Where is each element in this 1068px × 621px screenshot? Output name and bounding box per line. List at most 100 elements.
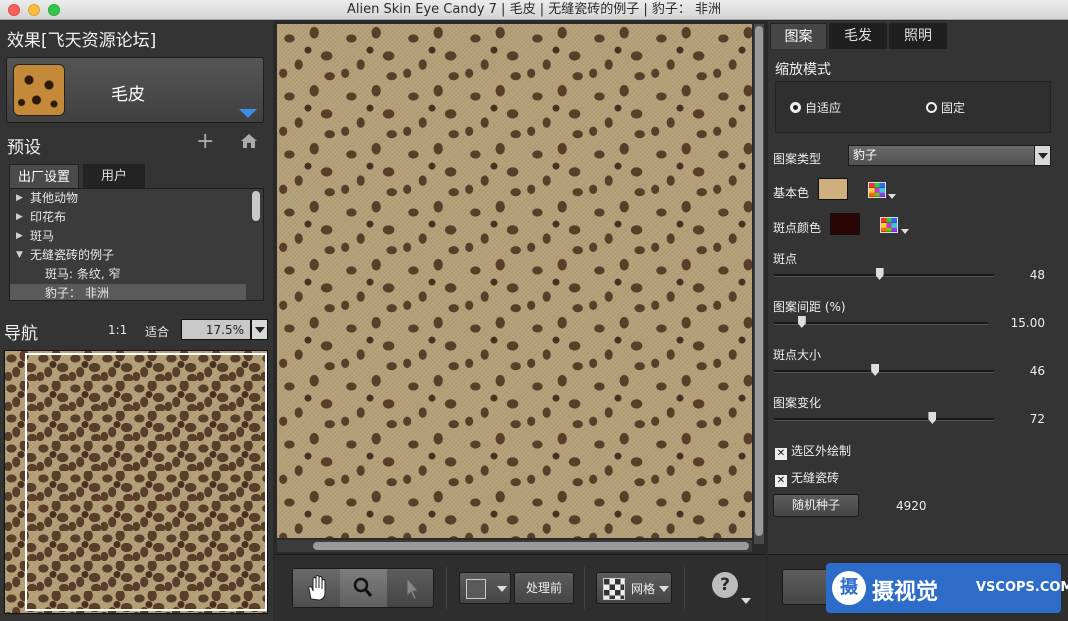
checkbox-checked-icon: ✕ <box>775 475 787 487</box>
title-bar: Alien Skin Eye Candy 7 | 毛皮 | 无缝瓷砖的例子 | … <box>0 0 1068 20</box>
expand-triangle-icon[interactable]: ▶ <box>16 189 23 208</box>
pattern-type-select[interactable]: 豹子 <box>848 145 1036 166</box>
help-button[interactable]: ? <box>712 572 738 598</box>
add-preset-icon[interactable]: + <box>196 129 214 154</box>
collapse-triangle-icon[interactable]: ▼ <box>16 246 23 265</box>
spots-label: 斑点 <box>773 252 798 266</box>
pattern-variation-value[interactable]: 72 <box>1030 412 1045 426</box>
before-button[interactable]: 处理前 <box>514 572 574 604</box>
draw-outside-selection-checkbox[interactable]: ✕ 选区外绘制 <box>775 442 851 460</box>
color-palette-icon[interactable] <box>880 217 898 233</box>
scale-fixed-radio[interactable]: 固定 <box>926 100 965 116</box>
toolbar-divider <box>446 567 447 609</box>
pattern-spacing-slider-thumb[interactable] <box>797 316 806 328</box>
effect-selector[interactable]: 毛皮 <box>6 57 264 123</box>
tab-factory-settings[interactable]: 出厂设置 <box>9 164 79 189</box>
watermark-url: VSCOPS.COM <box>976 580 1068 595</box>
help-dropdown-icon[interactable] <box>741 598 751 604</box>
navigator-viewport-frame[interactable] <box>25 353 267 611</box>
pattern-variation-label: 图案变化 <box>773 396 822 410</box>
horizontal-scroll-thumb[interactable] <box>313 542 749 550</box>
seamless-tile-checkbox[interactable]: ✕ 无缝瓷砖 <box>775 469 839 487</box>
checkerboard-icon <box>603 578 625 600</box>
scale-mode-group: 自适应 固定 <box>775 81 1051 133</box>
preset-list-scrollbar[interactable] <box>252 191 260 221</box>
background-color-square <box>466 579 486 599</box>
tool-group <box>292 568 434 608</box>
pattern-type-label: 图案类型 <box>773 152 822 166</box>
zoom-tool-button[interactable] <box>340 569 387 607</box>
tab-lighting[interactable]: 照明 <box>889 23 947 49</box>
grid-label: 网格 <box>631 582 656 596</box>
toolbar-divider <box>684 567 685 609</box>
zoom-window-button[interactable] <box>48 4 60 16</box>
chevron-down-icon[interactable] <box>901 229 909 234</box>
watermark-logo: 摄 摄视觉 VSCOPS.COM <box>826 563 1068 613</box>
watermark-name: 摄视觉 <box>872 580 939 605</box>
base-color-swatch[interactable] <box>818 178 848 200</box>
pattern-spacing-value[interactable]: 15.00 <box>1011 316 1045 330</box>
zoom-level-field[interactable]: 17.5% <box>181 319 251 340</box>
spots-slider-thumb[interactable] <box>875 268 884 280</box>
effects-title: 效果[飞天资源论坛] <box>7 31 157 51</box>
radio-unselected-icon <box>926 102 937 113</box>
random-seed-button[interactable]: 随机种子 <box>773 494 859 517</box>
expand-triangle-icon[interactable]: ▶ <box>16 208 23 227</box>
spot-size-label: 斑点大小 <box>773 348 822 362</box>
radio-selected-icon <box>790 102 801 113</box>
pattern-type-dropdown-button[interactable] <box>1034 145 1051 166</box>
spot-color-swatch[interactable] <box>830 213 860 235</box>
hand-tool-button[interactable] <box>293 569 340 607</box>
expand-triangle-icon[interactable]: ▶ <box>16 227 23 246</box>
pointer-arrow-icon <box>406 576 420 600</box>
spots-slider[interactable] <box>774 274 994 277</box>
chevron-down-icon[interactable] <box>888 194 896 199</box>
navigator-preview[interactable] <box>4 350 268 614</box>
checkbox-checked-icon: ✕ <box>775 448 787 460</box>
zoom-fit-button[interactable]: 适合 <box>145 323 169 340</box>
background-color-button[interactable] <box>459 572 511 604</box>
effect-dropdown-arrow-icon[interactable] <box>239 109 257 118</box>
select-tool-button[interactable] <box>387 569 434 607</box>
hand-icon <box>308 575 326 601</box>
pattern-variation-slider-thumb[interactable] <box>928 412 937 424</box>
color-palette-icon[interactable] <box>868 182 886 198</box>
list-item[interactable]: ▶ 印花布 <box>10 208 246 227</box>
fur-thumbnail <box>13 64 65 116</box>
spot-size-value[interactable]: 46 <box>1030 364 1045 378</box>
list-item[interactable]: ▼ 无缝瓷砖的例子 <box>10 246 246 265</box>
random-seed-value[interactable]: 4920 <box>896 499 927 513</box>
left-panel: 效果[飞天资源论坛] 毛皮 预设 + 出厂设置 用户 ▶ 其他动物 ▶ 印花布 … <box>0 21 273 621</box>
list-item[interactable]: ▶ 斑马 <box>10 227 246 246</box>
vertical-scroll-thumb[interactable] <box>755 26 763 536</box>
preview-area <box>274 21 766 553</box>
spot-color-label: 斑点颜色 <box>773 221 822 235</box>
base-color-label: 基本色 <box>773 186 810 200</box>
tab-pattern[interactable]: 图案 <box>770 23 827 49</box>
horizontal-scrollbar[interactable] <box>277 540 752 552</box>
home-icon[interactable] <box>240 132 258 150</box>
list-item-selected[interactable]: 豹子： 非洲 <box>10 284 246 300</box>
preview-canvas[interactable] <box>277 24 752 538</box>
close-window-button[interactable] <box>8 4 20 16</box>
zoom-1to1-button[interactable]: 1:1 <box>108 323 127 337</box>
magnifier-icon <box>353 577 373 597</box>
right-panel: 图案 毛发 照明 缩放模式 自适应 固定 图案类型 豹子 基本色 斑点颜色 斑点… <box>768 21 1068 621</box>
spot-size-slider[interactable] <box>774 370 994 373</box>
bottom-toolbar: 处理前 网格 ? <box>274 554 766 621</box>
tab-hair[interactable]: 毛发 <box>829 23 887 49</box>
spot-size-slider-thumb[interactable] <box>871 364 880 376</box>
list-item[interactable]: 斑马: 条纹, 窄 <box>10 265 246 284</box>
minimize-window-button[interactable] <box>28 4 40 16</box>
tab-user[interactable]: 用户 <box>83 164 145 189</box>
vertical-scrollbar[interactable] <box>754 24 764 544</box>
pattern-spacing-label: 图案间距 (%) <box>773 300 846 314</box>
zoom-dropdown-button[interactable] <box>251 319 268 340</box>
grid-button[interactable]: 网格 <box>596 572 672 604</box>
spots-value[interactable]: 48 <box>1030 268 1045 282</box>
list-item[interactable]: ▶ 其他动物 <box>10 189 246 208</box>
scale-adaptive-radio[interactable]: 自适应 <box>790 100 841 116</box>
pattern-variation-slider[interactable] <box>774 418 994 421</box>
pattern-spacing-slider[interactable] <box>774 322 988 325</box>
navigation-title: 导航 <box>4 324 38 344</box>
